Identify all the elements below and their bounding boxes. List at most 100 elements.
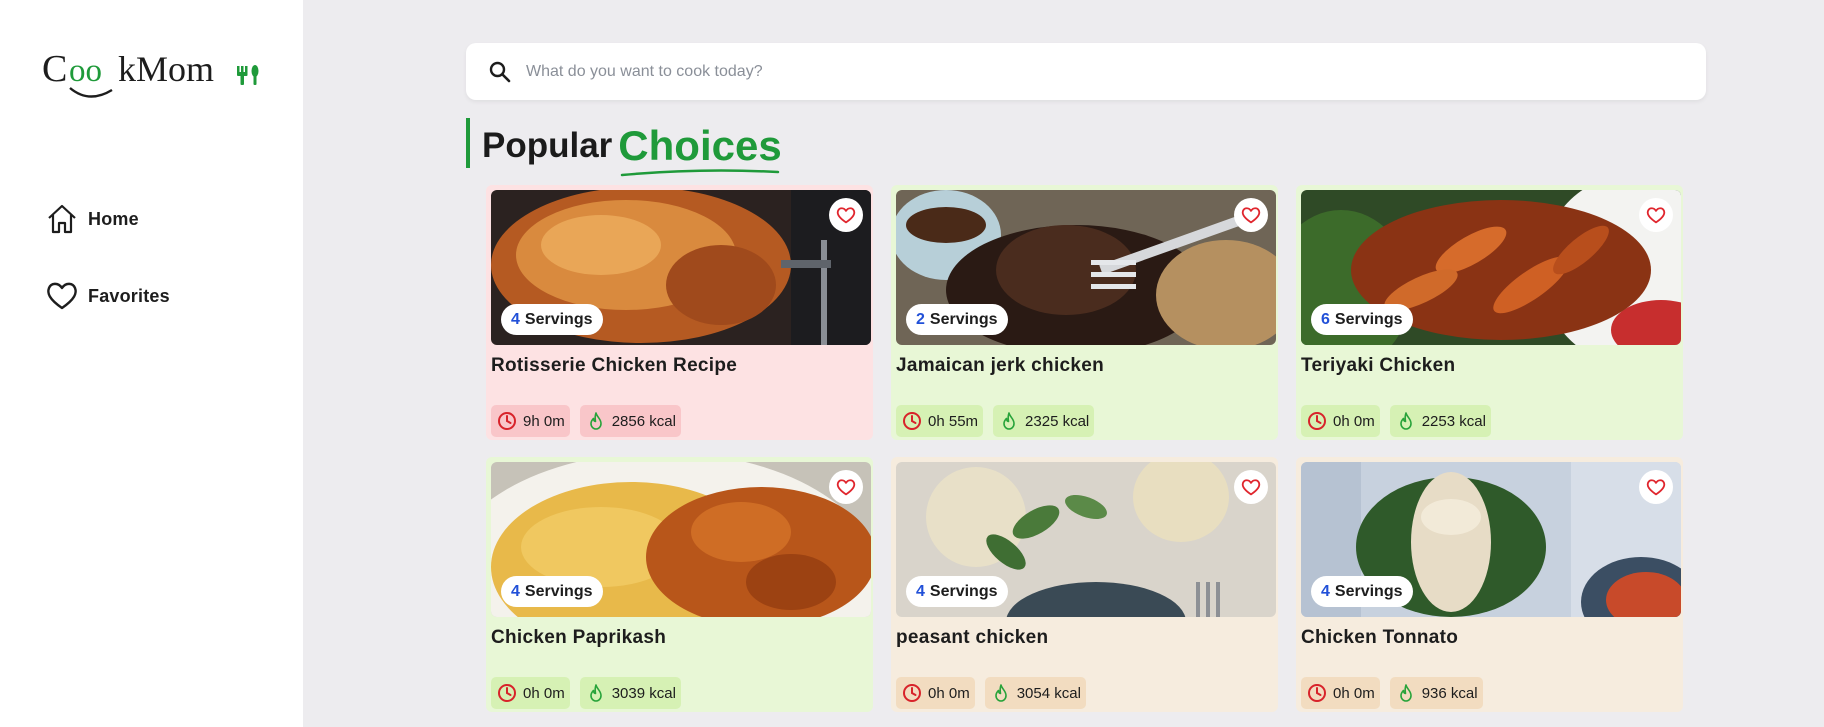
sidebar-item-label: Favorites	[88, 285, 170, 306]
recipe-meta: 0h 0m 3054 kcal	[896, 677, 1086, 709]
clock-icon	[497, 683, 517, 703]
heart-icon	[1646, 207, 1666, 224]
calories-chip: 3054 kcal	[984, 677, 1086, 709]
recipe-image[interactable]: 6 Servings	[1301, 190, 1681, 345]
calories-value: 2253 kcal	[1421, 412, 1486, 430]
servings-count: 2	[916, 310, 925, 328]
clock-icon	[1307, 411, 1327, 431]
recipe-image[interactable]: 4 Servings	[491, 462, 871, 617]
flame-icon	[586, 411, 606, 431]
recipe-image[interactable]: 4 Servings	[491, 190, 871, 345]
time-chip: 0h 0m	[491, 677, 570, 709]
home-icon	[44, 201, 80, 237]
cookmom-logo: C oo kMom	[42, 48, 259, 98]
favorite-button[interactable]	[1234, 198, 1268, 232]
calories-chip: 2856 kcal	[579, 405, 681, 437]
heart-icon	[1241, 207, 1261, 224]
logo[interactable]: C oo kMom	[42, 46, 262, 106]
recipe-card[interactable]: 4 Servings Chicken Paprikash 0h 0m 3039 …	[486, 457, 873, 712]
section-title-choices: Choices	[618, 122, 782, 169]
servings-label: Servings	[929, 310, 998, 328]
section-title-popular: Popular	[482, 126, 613, 165]
time-chip: 0h 0m	[896, 677, 975, 709]
flame-icon	[999, 411, 1019, 431]
servings-label: Servings	[524, 310, 593, 328]
time-value: 0h 0m	[928, 684, 970, 702]
servings-badge: 4 Servings	[1311, 576, 1413, 607]
favorite-button[interactable]	[1639, 198, 1673, 232]
recipe-image[interactable]: 4 Servings	[1301, 462, 1681, 617]
heart-icon	[1646, 479, 1666, 496]
favorite-button[interactable]	[829, 198, 863, 232]
calories-chip: 936 kcal	[1389, 677, 1483, 709]
svg-text:C: C	[42, 48, 67, 90]
servings-badge: 4 Servings	[906, 576, 1008, 607]
flame-icon	[1396, 411, 1416, 431]
servings-label: Servings	[1334, 310, 1403, 328]
calories-value: 2856 kcal	[611, 412, 676, 430]
clock-icon	[497, 411, 517, 431]
favorite-button[interactable]	[829, 470, 863, 504]
heart-icon	[836, 479, 856, 496]
recipe-image[interactable]: 2 Servings	[896, 190, 1276, 345]
recipe-title[interactable]: Chicken Tonnato	[1301, 627, 1678, 651]
servings-label: Servings	[929, 582, 998, 600]
recipe-card[interactable]: 4 Servings peasant chicken 0h 0m 3054 kc…	[891, 457, 1278, 712]
svg-text:kMom: kMom	[118, 49, 214, 89]
heart-icon	[836, 207, 856, 224]
flame-icon	[991, 683, 1011, 703]
recipe-image[interactable]: 4 Servings	[896, 462, 1276, 617]
recipe-card[interactable]: 6 Servings Teriyaki Chicken 0h 0m 2253 k…	[1296, 185, 1683, 440]
section-title-choices-wrap: Choices	[618, 122, 782, 177]
time-chip: 9h 0m	[491, 405, 570, 437]
flame-icon	[1396, 683, 1416, 703]
favorite-button[interactable]	[1639, 470, 1673, 504]
flame-icon	[586, 683, 606, 703]
recipe-meta: 9h 0m 2856 kcal	[491, 405, 681, 437]
recipe-title[interactable]: Rotisserie Chicken Recipe	[491, 355, 868, 379]
servings-label: Servings	[524, 582, 593, 600]
recipe-meta: 0h 0m 936 kcal	[1301, 677, 1483, 709]
time-chip: 0h 0m	[1301, 677, 1380, 709]
search-bar	[466, 43, 1706, 100]
time-value: 9h 0m	[523, 412, 565, 430]
servings-badge: 6 Servings	[1311, 304, 1413, 335]
recipe-card[interactable]: 2 Servings Jamaican jerk chicken 0h 55m …	[891, 185, 1278, 440]
calories-value: 3039 kcal	[611, 684, 676, 702]
heart-icon	[1241, 479, 1261, 496]
calories-chip: 3039 kcal	[579, 677, 681, 709]
servings-count: 4	[916, 582, 925, 600]
calories-chip: 2253 kcal	[1389, 405, 1491, 437]
servings-count: 4	[511, 310, 520, 328]
recipe-title[interactable]: Chicken Paprikash	[491, 627, 868, 651]
calories-value: 2325 kcal	[1025, 412, 1090, 430]
search-input[interactable]	[526, 62, 1626, 81]
time-value: 0h 0m	[523, 684, 565, 702]
sidebar-item-home[interactable]: Home	[44, 201, 139, 237]
servings-count: 4	[1321, 582, 1330, 600]
time-chip: 0h 55m	[896, 405, 984, 437]
servings-label: Servings	[1334, 582, 1403, 600]
heart-icon	[44, 278, 80, 314]
servings-badge: 2 Servings	[906, 304, 1008, 335]
recipe-title[interactable]: Jamaican jerk chicken	[896, 355, 1273, 379]
time-value: 0h 0m	[1333, 412, 1375, 430]
title-underline	[621, 169, 780, 177]
section-title: Popular Choices	[466, 118, 782, 177]
clock-icon	[1307, 683, 1327, 703]
sidebar-item-favorites[interactable]: Favorites	[44, 278, 170, 314]
recipe-title[interactable]: Teriyaki Chicken	[1301, 355, 1678, 379]
recipe-card[interactable]: 4 Servings Rotisserie Chicken Recipe 9h …	[486, 185, 873, 440]
clock-icon	[902, 411, 922, 431]
clock-icon	[902, 683, 922, 703]
recipe-title[interactable]: peasant chicken	[896, 627, 1273, 651]
servings-count: 4	[511, 582, 520, 600]
recipe-card[interactable]: 4 Servings Chicken Tonnato 0h 0m 936 kca…	[1296, 457, 1683, 712]
recipe-meta: 0h 0m 2253 kcal	[1301, 405, 1491, 437]
sidebar-item-label: Home	[88, 208, 139, 229]
servings-badge: 4 Servings	[501, 304, 603, 335]
time-value: 0h 55m	[928, 412, 979, 430]
favorite-button[interactable]	[1234, 470, 1268, 504]
search-icon[interactable]	[486, 58, 514, 86]
calories-value: 3054 kcal	[1016, 684, 1081, 702]
